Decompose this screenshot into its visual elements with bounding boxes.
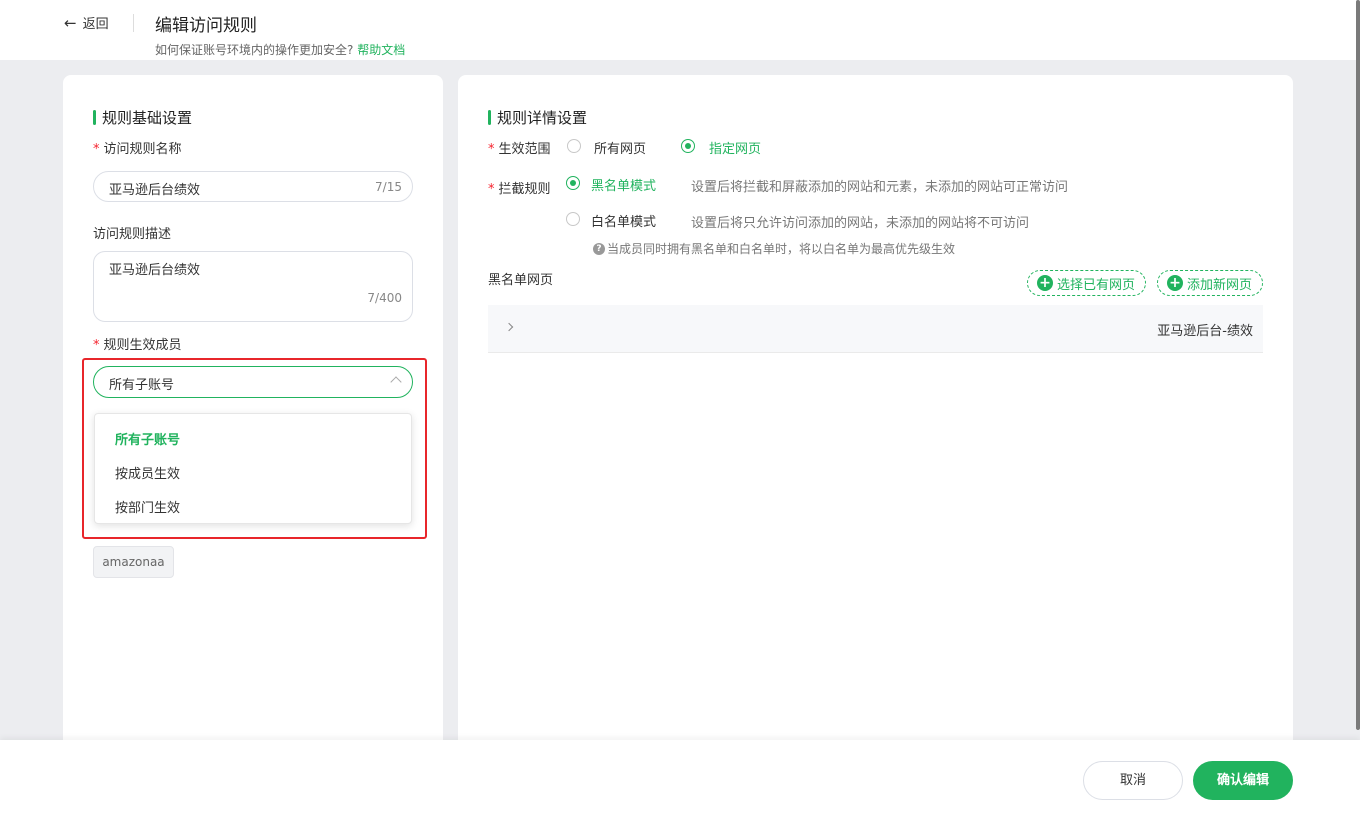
arrow-left-icon: ←	[64, 13, 77, 32]
members-dropdown: 所有子账号 按成员生效 按部门生效	[94, 413, 412, 524]
dropdown-option-by-department[interactable]: 按部门生效	[115, 497, 180, 516]
page-scrollbar[interactable]	[1356, 0, 1360, 730]
priority-hint: ? 当成员同时拥有黑名单和白名单时，将以白名单为最高优先级生效	[593, 240, 955, 257]
add-new-page-button[interactable]: + 添加新网页	[1157, 270, 1263, 296]
blacklist-radio[interactable]	[566, 176, 580, 190]
cancel-button[interactable]: 取消	[1083, 761, 1183, 800]
required-mark: *	[93, 338, 100, 353]
top-bar: ← 返回 编辑访问规则 如何保证账号环境内的操作更加安全? 帮助文档	[0, 0, 1356, 60]
plus-circle-icon: +	[1037, 275, 1053, 291]
scope-specified-pages-label[interactable]: 指定网页	[709, 138, 761, 157]
whitelist-radio[interactable]	[566, 212, 580, 226]
page-name: 亚马逊后台-绩效	[1157, 324, 1253, 339]
rule-name-label: * 访问规则名称	[93, 142, 182, 157]
page-subtitle: 如何保证账号环境内的操作更加安全? 帮助文档	[155, 41, 405, 58]
rule-name-counter: 7/15	[375, 180, 402, 194]
scrollbar-thumb[interactable]	[1356, 0, 1360, 730]
required-mark: *	[488, 182, 495, 197]
section-accent-bar	[93, 110, 96, 125]
header-divider	[133, 14, 134, 32]
whitelist-description: 设置后将只允许访问添加的网站，未添加的网站将不可访问	[691, 216, 1030, 231]
dropdown-option-all-subaccounts[interactable]: 所有子账号	[115, 429, 180, 448]
detail-settings-card: 规则详情设置 * 生效范围 所有网页 指定网页 * 拦截规则 黑名单模式 设置后将拦…	[458, 75, 1293, 775]
question-icon: ?	[593, 242, 605, 255]
chevron-up-icon	[390, 376, 402, 388]
scope-label: * 生效范围	[488, 142, 551, 157]
whitelist-label[interactable]: 白名单模式	[591, 211, 656, 230]
members-select[interactable]: 所有子账号	[93, 366, 413, 398]
plus-circle-icon: +	[1167, 275, 1183, 291]
table-row[interactable]: 亚马逊后台-绩效	[488, 305, 1263, 353]
required-mark: *	[488, 142, 495, 157]
scope-radio-specified-pages[interactable]	[681, 139, 695, 153]
member-tag: amazonaa	[93, 546, 174, 578]
detail-section-title: 规则详情设置	[488, 107, 587, 128]
help-doc-link[interactable]: 帮助文档	[357, 43, 405, 57]
required-mark: *	[93, 142, 100, 157]
basic-section-title: 规则基础设置	[93, 107, 192, 128]
back-label: 返回	[82, 17, 109, 32]
intercept-label: * 拦截规则	[488, 182, 551, 197]
page-title: 编辑访问规则	[155, 16, 257, 36]
scope-all-pages-label[interactable]: 所有网页	[594, 138, 646, 157]
blacklist-label[interactable]: 黑名单模式	[591, 175, 656, 194]
chevron-right-icon[interactable]	[504, 322, 514, 332]
rule-desc-textarea[interactable]: 亚马逊后台绩效 7/400	[93, 251, 413, 322]
rule-desc-counter: 7/400	[367, 291, 402, 305]
section-accent-bar	[488, 110, 491, 125]
blacklist-description: 设置后将拦截和屏蔽添加的网站和元素，未添加的网站可正常访问	[691, 180, 1069, 195]
rule-desc-label: 访问规则描述	[93, 227, 172, 242]
select-existing-page-button[interactable]: + 选择已有网页	[1027, 270, 1146, 296]
confirm-edit-button[interactable]: 确认编辑	[1193, 761, 1293, 800]
footer-bar: 取消 确认编辑	[0, 740, 1360, 820]
blacklist-pages-label: 黑名单网页	[488, 273, 554, 288]
subtitle-text: 如何保证账号环境内的操作更加安全?	[155, 43, 354, 57]
scope-radio-all-pages[interactable]	[567, 139, 581, 153]
members-label: * 规则生效成员	[93, 338, 182, 353]
rule-name-input[interactable]: 亚马逊后台绩效 7/15	[93, 171, 413, 202]
back-button[interactable]: ← 返回	[64, 13, 109, 33]
dropdown-option-by-member[interactable]: 按成员生效	[115, 463, 180, 482]
